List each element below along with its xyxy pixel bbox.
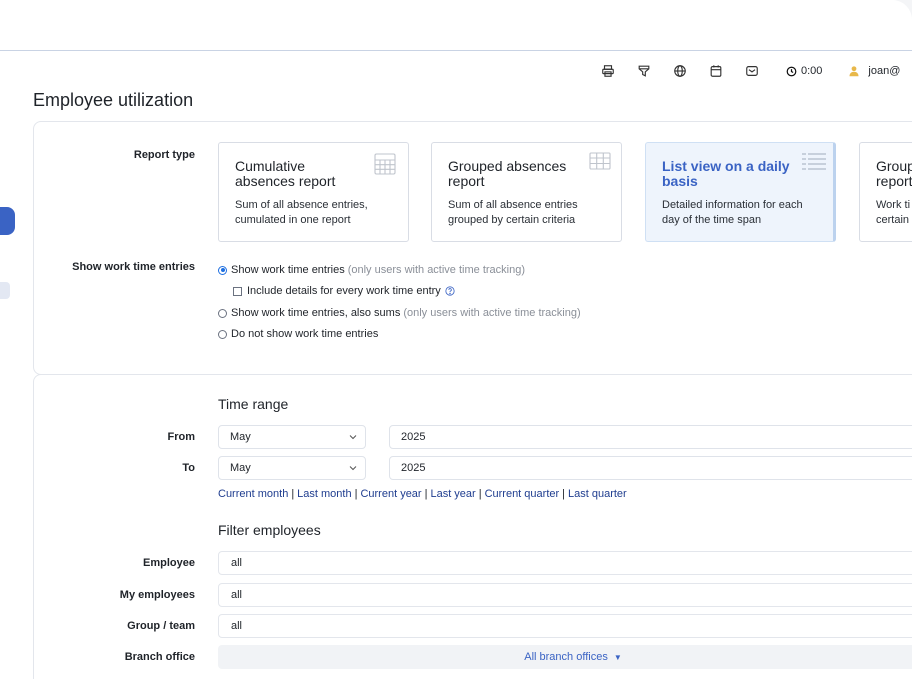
work-time-option-none[interactable]: Do not show work time entries: [218, 328, 378, 340]
select-value: May: [230, 431, 251, 443]
chevron-down-icon: [349, 435, 357, 440]
timer-value: 0:00: [801, 65, 823, 77]
calculator-icon: [374, 153, 396, 175]
report-type-desc: Sum of all absence entries grouped by ce…: [448, 199, 578, 226]
report-type-title: List view on a daily basis: [662, 158, 790, 189]
link-last-month[interactable]: Last month: [297, 488, 351, 500]
report-type-daily-list[interactable]: List view on a daily basis Detailed info…: [645, 142, 836, 242]
separator: |: [354, 488, 358, 500]
table-icon: [589, 152, 611, 170]
select-value: All branch offices: [524, 651, 608, 663]
option-note: (only users with active time tracking): [347, 264, 525, 276]
option-label: Show work time entries: [231, 264, 345, 276]
option-note: (only users with active time tracking): [403, 307, 581, 319]
checkbox[interactable]: [233, 286, 242, 296]
help-icon[interactable]: [445, 286, 455, 296]
from-year-input[interactable]: 2025: [389, 425, 912, 449]
report-type-desc: Sum of all absence entries, cumulated in…: [235, 199, 368, 226]
radio-button[interactable]: [218, 329, 227, 339]
link-last-quarter[interactable]: Last quarter: [568, 488, 627, 500]
employee-label: Employee: [143, 557, 195, 569]
work-time-label: Show work time entries: [72, 261, 195, 273]
employee-select[interactable]: all: [218, 551, 912, 575]
separator: |: [562, 488, 566, 500]
to-month-select[interactable]: May: [218, 456, 366, 480]
link-current-year[interactable]: Current year: [360, 488, 421, 500]
report-type-title: Grouped absences report: [448, 158, 567, 189]
separator: |: [478, 488, 482, 500]
group-team-label: Group / team: [127, 620, 195, 632]
to-label: To: [182, 462, 195, 474]
app-window: 0:00 joan@ Employee utilization Report t…: [0, 0, 912, 679]
separator: |: [291, 488, 295, 500]
user-avatar-icon: [849, 66, 859, 77]
to-year-input[interactable]: 2025: [389, 456, 912, 480]
chevron-down-icon: [349, 466, 357, 471]
mail-icon[interactable]: [744, 63, 760, 79]
calendar-icon[interactable]: [708, 63, 724, 79]
caret-down-icon: ▼: [613, 653, 622, 662]
report-type-desc: Detailed information for each day of the…: [662, 199, 803, 226]
filter-employees-heading: Filter employees: [218, 522, 321, 538]
page-title: Employee utilization: [33, 90, 194, 110]
report-type-group-report[interactable]: Group report Work ti certain: [859, 142, 912, 242]
user-menu[interactable]: joan@: [848, 65, 900, 77]
report-type-label: Report type: [133, 149, 195, 161]
top-bar: [0, 0, 912, 51]
link-current-quarter[interactable]: Current quarter: [485, 488, 560, 500]
link-current-month[interactable]: Current month: [218, 488, 288, 500]
report-type-title: Group report: [876, 158, 912, 189]
report-type-cumulative[interactable]: Cumulative absences report Sum of all ab…: [218, 142, 409, 242]
report-type-title: Cumulative absences report: [235, 158, 336, 189]
sidebar-active-indicator[interactable]: [0, 207, 15, 235]
include-details-option[interactable]: Include details for every work time entr…: [233, 285, 455, 297]
from-month-select[interactable]: May: [218, 425, 366, 449]
print-icon[interactable]: [600, 63, 616, 79]
from-label: From: [167, 431, 196, 443]
clock-icon: [786, 66, 797, 76]
time-range-heading: Time range: [218, 396, 289, 412]
branch-office-select[interactable]: All branch offices ▼: [218, 645, 912, 669]
sidebar-handle[interactable]: [0, 282, 10, 299]
my-employees-label: My employees: [119, 589, 195, 601]
checkbox-label: Include details for every work time entr…: [247, 285, 441, 297]
list-icon: [802, 153, 826, 170]
option-label: Do not show work time entries: [231, 328, 379, 340]
my-employees-select[interactable]: all: [218, 583, 912, 607]
time-tracker[interactable]: 0:00: [786, 65, 822, 77]
quick-range-links: Current month | Last month | Current year | La…: [218, 488, 627, 500]
user-name: joan@: [868, 65, 901, 77]
globe-icon[interactable]: [672, 63, 688, 79]
radio-button[interactable]: [218, 265, 227, 275]
select-value: May: [230, 462, 251, 474]
work-time-option-show[interactable]: Show work time entries (only users with …: [218, 264, 525, 276]
work-time-option-sums[interactable]: Show work time entries, also sums (only …: [218, 307, 581, 319]
separator: |: [424, 488, 428, 500]
filter-icon[interactable]: [636, 63, 652, 79]
link-last-year[interactable]: Last year: [430, 488, 475, 500]
option-label: Show work time entries, also sums: [231, 307, 401, 319]
group-team-select[interactable]: all: [218, 614, 912, 638]
header-toolbar: 0:00 joan@: [600, 62, 900, 80]
branch-office-label: Branch office: [124, 651, 195, 663]
report-type-grouped[interactable]: Grouped absences report Sum of all absen…: [431, 142, 622, 242]
report-type-desc: Work ti certain: [876, 199, 911, 226]
radio-button[interactable]: [218, 308, 227, 318]
